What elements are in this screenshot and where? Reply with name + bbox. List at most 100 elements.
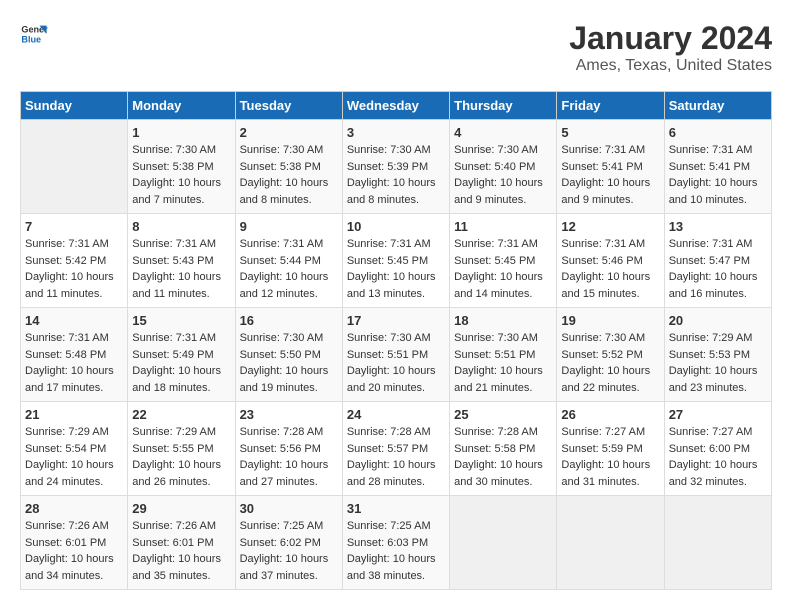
day-number: 5: [561, 125, 659, 140]
header-monday: Monday: [128, 92, 235, 120]
day-info: Sunrise: 7:30 AM Sunset: 5:52 PM Dayligh…: [561, 330, 659, 396]
day-info: Sunrise: 7:28 AM Sunset: 5:58 PM Dayligh…: [454, 424, 552, 490]
calendar-cell: 22 Sunrise: 7:29 AM Sunset: 5:55 PM Dayli…: [128, 402, 235, 496]
calendar-cell: 20 Sunrise: 7:29 AM Sunset: 5:53 PM Dayli…: [664, 308, 771, 402]
day-info: Sunrise: 7:28 AM Sunset: 5:56 PM Dayligh…: [240, 424, 338, 490]
calendar-cell: 6 Sunrise: 7:31 AM Sunset: 5:41 PM Daylig…: [664, 120, 771, 214]
calendar-cell: 19 Sunrise: 7:30 AM Sunset: 5:52 PM Dayli…: [557, 308, 664, 402]
logo: General Blue: [20, 20, 48, 48]
day-info: Sunrise: 7:31 AM Sunset: 5:48 PM Dayligh…: [25, 330, 123, 396]
page-title: January 2024: [569, 20, 772, 57]
day-info: Sunrise: 7:29 AM Sunset: 5:53 PM Dayligh…: [669, 330, 767, 396]
day-number: 25: [454, 407, 552, 422]
day-info: Sunrise: 7:30 AM Sunset: 5:51 PM Dayligh…: [347, 330, 445, 396]
day-info: Sunrise: 7:27 AM Sunset: 5:59 PM Dayligh…: [561, 424, 659, 490]
header-friday: Friday: [557, 92, 664, 120]
day-number: 18: [454, 313, 552, 328]
day-number: 7: [25, 219, 123, 234]
calendar-cell: 2 Sunrise: 7:30 AM Sunset: 5:38 PM Daylig…: [235, 120, 342, 214]
calendar-cell: [450, 496, 557, 590]
calendar-cell: 12Sunrise: 7:31 AM Sunset: 5:46 PM Dayli…: [557, 214, 664, 308]
calendar-week-row: 1 Sunrise: 7:30 AM Sunset: 5:38 PM Daylig…: [21, 120, 772, 214]
calendar-cell: 16Sunrise: 7:30 AM Sunset: 5:50 PM Dayli…: [235, 308, 342, 402]
day-info: Sunrise: 7:25 AM Sunset: 6:03 PM Dayligh…: [347, 518, 445, 584]
calendar-cell: 7 Sunrise: 7:31 AM Sunset: 5:42 PM Daylig…: [21, 214, 128, 308]
calendar-cell: 8Sunrise: 7:31 AM Sunset: 5:43 PM Daylig…: [128, 214, 235, 308]
day-info: Sunrise: 7:29 AM Sunset: 5:55 PM Dayligh…: [132, 424, 230, 490]
calendar-week-row: 7 Sunrise: 7:31 AM Sunset: 5:42 PM Daylig…: [21, 214, 772, 308]
calendar-cell: 13Sunrise: 7:31 AM Sunset: 5:47 PM Dayli…: [664, 214, 771, 308]
day-info: Sunrise: 7:31 AM Sunset: 5:43 PM Dayligh…: [132, 236, 230, 302]
svg-text:Blue: Blue: [21, 34, 41, 44]
calendar-cell: 5 Sunrise: 7:31 AM Sunset: 5:41 PM Daylig…: [557, 120, 664, 214]
header-sunday: Sunday: [21, 92, 128, 120]
calendar-cell: 10 Sunrise: 7:31 AM Sunset: 5:45 PM Dayli…: [342, 214, 449, 308]
calendar-cell: 24 Sunrise: 7:28 AM Sunset: 5:57 PM Dayli…: [342, 402, 449, 496]
calendar-cell: 23 Sunrise: 7:28 AM Sunset: 5:56 PM Dayli…: [235, 402, 342, 496]
day-info: Sunrise: 7:30 AM Sunset: 5:38 PM Dayligh…: [132, 142, 230, 208]
day-number: 12: [561, 219, 659, 234]
day-number: 27: [669, 407, 767, 422]
page-subtitle: Ames, Texas, United States: [569, 57, 772, 75]
calendar-cell: 15Sunrise: 7:31 AM Sunset: 5:49 PM Dayli…: [128, 308, 235, 402]
title-block: January 2024 Ames, Texas, United States: [569, 20, 772, 75]
day-info: Sunrise: 7:29 AM Sunset: 5:54 PM Dayligh…: [25, 424, 123, 490]
day-info: Sunrise: 7:31 AM Sunset: 5:44 PM Dayligh…: [240, 236, 338, 302]
header-saturday: Saturday: [664, 92, 771, 120]
day-number: 11: [454, 219, 552, 234]
logo-icon: General Blue: [20, 20, 48, 48]
day-number: 3: [347, 125, 445, 140]
calendar-cell: 17 Sunrise: 7:30 AM Sunset: 5:51 PM Dayli…: [342, 308, 449, 402]
day-info: Sunrise: 7:30 AM Sunset: 5:40 PM Dayligh…: [454, 142, 552, 208]
day-number: 19: [561, 313, 659, 328]
header-thursday: Thursday: [450, 92, 557, 120]
day-info: Sunrise: 7:31 AM Sunset: 5:45 PM Dayligh…: [454, 236, 552, 302]
calendar-cell: 4 Sunrise: 7:30 AM Sunset: 5:40 PM Daylig…: [450, 120, 557, 214]
day-info: Sunrise: 7:31 AM Sunset: 5:41 PM Dayligh…: [561, 142, 659, 208]
day-number: 26: [561, 407, 659, 422]
day-number: 9: [240, 219, 338, 234]
day-number: 16: [240, 313, 338, 328]
calendar-cell: 26 Sunrise: 7:27 AM Sunset: 5:59 PM Dayli…: [557, 402, 664, 496]
day-info: Sunrise: 7:26 AM Sunset: 6:01 PM Dayligh…: [132, 518, 230, 584]
day-info: Sunrise: 7:31 AM Sunset: 5:45 PM Dayligh…: [347, 236, 445, 302]
day-number: 14: [25, 313, 123, 328]
day-number: 28: [25, 501, 123, 516]
calendar-week-row: 28 Sunrise: 7:26 AM Sunset: 6:01 PM Dayli…: [21, 496, 772, 590]
day-number: 1: [132, 125, 230, 140]
day-info: Sunrise: 7:25 AM Sunset: 6:02 PM Dayligh…: [240, 518, 338, 584]
calendar-cell: [21, 120, 128, 214]
day-info: Sunrise: 7:31 AM Sunset: 5:49 PM Dayligh…: [132, 330, 230, 396]
day-number: 2: [240, 125, 338, 140]
calendar-table: SundayMondayTuesdayWednesdayThursdayFrid…: [20, 91, 772, 590]
calendar-cell: 14 Sunrise: 7:31 AM Sunset: 5:48 PM Dayli…: [21, 308, 128, 402]
day-info: Sunrise: 7:28 AM Sunset: 5:57 PM Dayligh…: [347, 424, 445, 490]
day-info: Sunrise: 7:31 AM Sunset: 5:41 PM Dayligh…: [669, 142, 767, 208]
day-number: 4: [454, 125, 552, 140]
day-number: 13: [669, 219, 767, 234]
calendar-cell: 29Sunrise: 7:26 AM Sunset: 6:01 PM Dayli…: [128, 496, 235, 590]
calendar-cell: [557, 496, 664, 590]
header-tuesday: Tuesday: [235, 92, 342, 120]
header-wednesday: Wednesday: [342, 92, 449, 120]
calendar-cell: 31Sunrise: 7:25 AM Sunset: 6:03 PM Dayli…: [342, 496, 449, 590]
day-number: 6: [669, 125, 767, 140]
calendar-cell: [664, 496, 771, 590]
calendar-cell: 28Sunrise: 7:26 AM Sunset: 6:01 PM Dayli…: [21, 496, 128, 590]
day-number: 10: [347, 219, 445, 234]
day-number: 24: [347, 407, 445, 422]
day-info: Sunrise: 7:30 AM Sunset: 5:39 PM Dayligh…: [347, 142, 445, 208]
calendar-cell: 3 Sunrise: 7:30 AM Sunset: 5:39 PM Daylig…: [342, 120, 449, 214]
calendar-week-row: 14 Sunrise: 7:31 AM Sunset: 5:48 PM Dayli…: [21, 308, 772, 402]
day-number: 20: [669, 313, 767, 328]
day-info: Sunrise: 7:30 AM Sunset: 5:51 PM Dayligh…: [454, 330, 552, 396]
day-info: Sunrise: 7:31 AM Sunset: 5:42 PM Dayligh…: [25, 236, 123, 302]
page-header: General Blue January 2024 Ames, Texas, U…: [20, 20, 772, 75]
calendar-header-row: SundayMondayTuesdayWednesdayThursdayFrid…: [21, 92, 772, 120]
calendar-cell: 25 Sunrise: 7:28 AM Sunset: 5:58 PM Dayli…: [450, 402, 557, 496]
day-number: 22: [132, 407, 230, 422]
calendar-week-row: 21Sunrise: 7:29 AM Sunset: 5:54 PM Dayli…: [21, 402, 772, 496]
day-number: 23: [240, 407, 338, 422]
day-number: 17: [347, 313, 445, 328]
day-info: Sunrise: 7:30 AM Sunset: 5:38 PM Dayligh…: [240, 142, 338, 208]
